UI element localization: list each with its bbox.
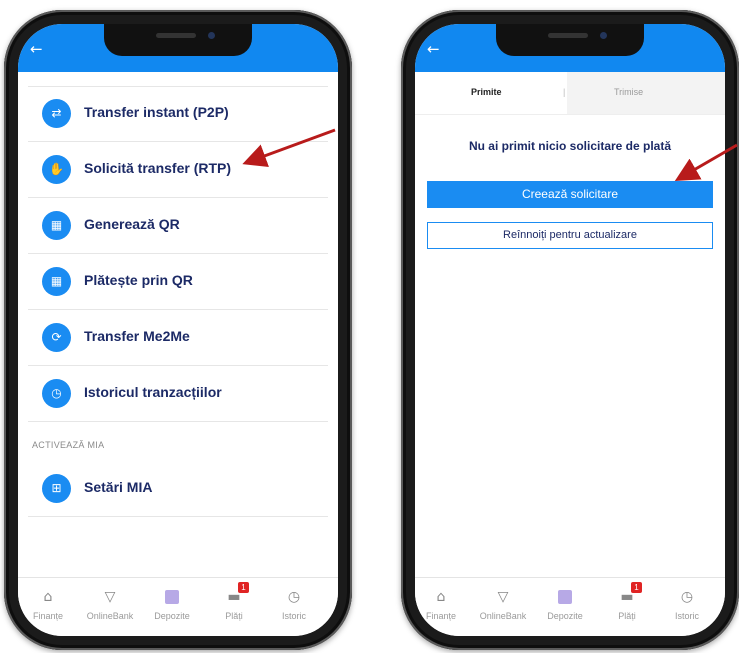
annotation-arrow-left [242,128,738,182]
